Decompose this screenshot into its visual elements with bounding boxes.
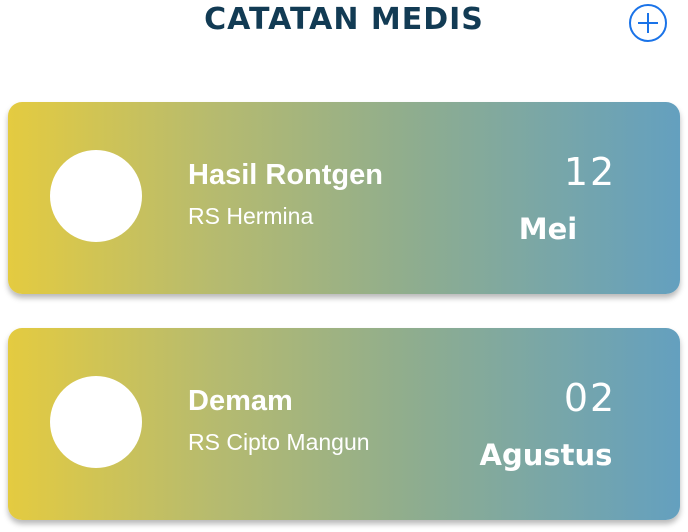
page-title: CATATAN MEDIS: [204, 2, 484, 37]
record-title: Hasil Rontgen: [188, 159, 383, 191]
record-month: Mei: [518, 212, 578, 246]
record-card[interactable]: Demam RS Cipto Mangun 02 Agustus: [8, 328, 680, 520]
record-hospital: RS Cipto Mangun: [188, 429, 370, 455]
add-record-button[interactable]: [628, 3, 668, 43]
plus-circle-icon: [629, 4, 667, 42]
record-avatar: [50, 376, 142, 468]
record-month: Agustus: [479, 438, 613, 472]
header: CATATAN MEDIS: [0, 0, 688, 48]
record-avatar: [50, 150, 142, 242]
record-day: 02: [563, 376, 617, 420]
record-card[interactable]: Hasil Rontgen RS Hermina 12 Mei: [8, 102, 680, 294]
record-hospital: RS Hermina: [188, 203, 314, 229]
record-day: 12: [563, 150, 617, 194]
record-title: Demam: [188, 385, 293, 417]
